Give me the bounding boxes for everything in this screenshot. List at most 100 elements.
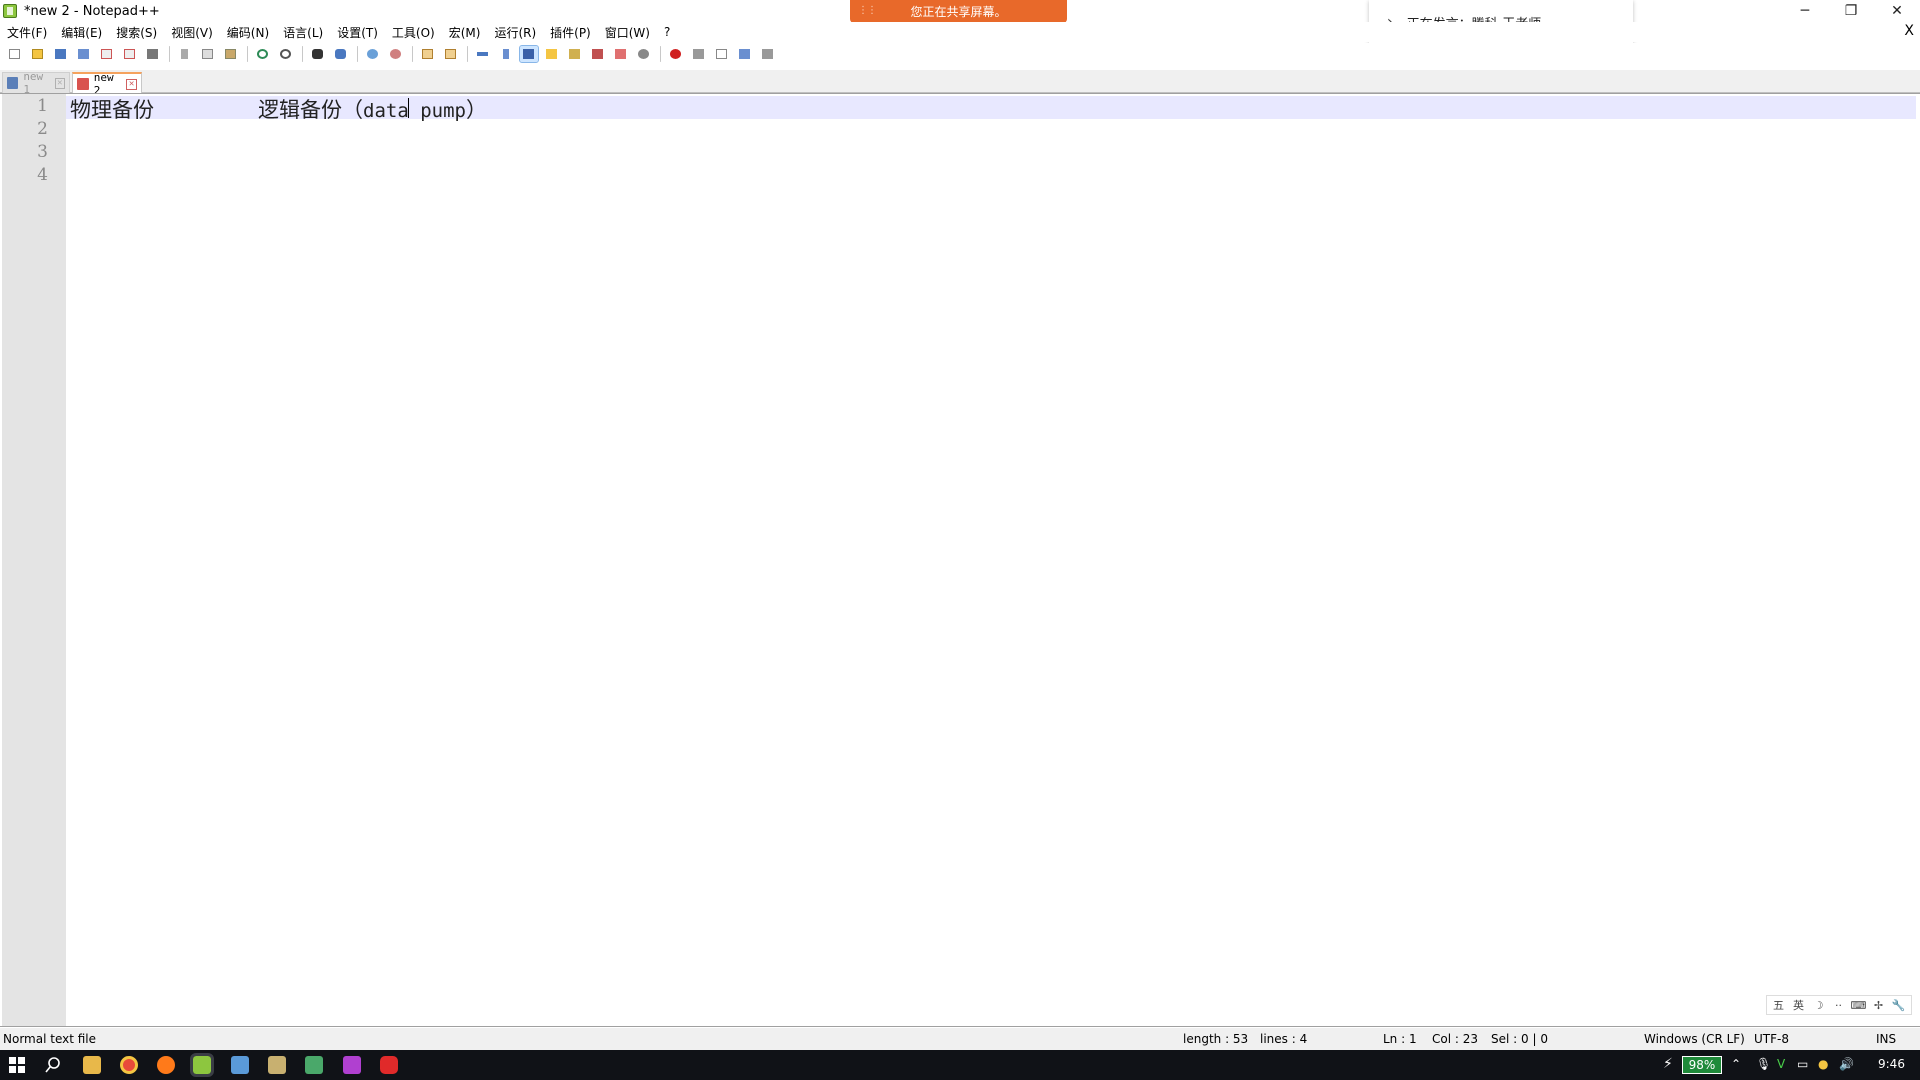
notepadpp-app-icon[interactable]: [3, 4, 17, 18]
zoom-in-icon[interactable]: [364, 46, 382, 62]
wechat-icon[interactable]: V: [1777, 1057, 1785, 1071]
close-tab-icon[interactable]: ✕: [54, 77, 66, 89]
save-icon[interactable]: [52, 46, 70, 62]
text-physical-backup: 物理备份: [70, 98, 154, 122]
ime-toolbar[interactable]: 五 英 ☽ ·· ⌨ ✢ 🔧: [1766, 995, 1912, 1015]
clock[interactable]: 9:46: [1878, 1057, 1905, 1071]
menu-plugins[interactable]: 插件(P): [543, 24, 598, 41]
sync-vertical-icon[interactable]: [419, 46, 437, 62]
menu-search[interactable]: 搜索(S): [109, 24, 164, 41]
screen-share-banner[interactable]: ⋮⋮ 您正在共享屏幕。: [850, 0, 1067, 23]
microphone-icon[interactable]: 🎙: [1756, 1057, 1771, 1071]
tab-new-1[interactable]: new 1 ✕: [2, 70, 70, 96]
status-encoding[interactable]: UTF-8: [1754, 1032, 1789, 1046]
toolbar: [0, 43, 1920, 65]
notepadpp-taskbar-icon[interactable]: [190, 1053, 214, 1077]
menu-encoding[interactable]: 编码(N): [220, 24, 276, 41]
editor-area[interactable]: 1 2 3 4 物理备份 逻辑备份（data pump）: [0, 93, 1920, 1027]
ime-punctuation-icon[interactable]: ··: [1830, 998, 1847, 1013]
save-macro-icon[interactable]: [759, 46, 777, 62]
document-tab-bar: new 1 ✕ new 2 ✕: [0, 70, 1920, 97]
redo-icon[interactable]: [277, 46, 295, 62]
menu-settings[interactable]: 设置(T): [330, 24, 385, 41]
drag-grip-icon[interactable]: ⋮⋮: [858, 5, 877, 16]
udl-icon[interactable]: [543, 46, 561, 62]
undo-icon[interactable]: [254, 46, 272, 62]
replace-icon[interactable]: [332, 46, 350, 62]
find-icon[interactable]: [309, 46, 327, 62]
ime-language-icon[interactable]: 英: [1790, 998, 1807, 1013]
menu-window[interactable]: 窗口(W): [598, 24, 657, 41]
minimize-button[interactable]: ─: [1782, 0, 1828, 22]
save-all-icon[interactable]: [75, 46, 93, 62]
menu-macro[interactable]: 宏(M): [442, 24, 488, 41]
app-icon[interactable]: [268, 1056, 286, 1074]
new-file-icon[interactable]: [6, 46, 24, 62]
menu-help[interactable]: ?: [657, 25, 677, 39]
status-eol[interactable]: Windows (CR LF): [1644, 1032, 1745, 1046]
monitoring-icon[interactable]: [635, 46, 653, 62]
function-list-icon[interactable]: [589, 46, 607, 62]
firefox-icon[interactable]: [157, 1056, 175, 1074]
zoom-out-icon[interactable]: [387, 46, 405, 62]
menu-language[interactable]: 语言(L): [276, 24, 330, 41]
ime-tools-icon[interactable]: ✢: [1870, 998, 1887, 1013]
media-app-icon[interactable]: [343, 1056, 361, 1074]
ime-mode-icon[interactable]: 五: [1770, 998, 1787, 1013]
notification-app-icon[interactable]: ●: [1818, 1057, 1828, 1071]
volume-icon[interactable]: 🔊: [1839, 1057, 1854, 1071]
status-insert-mode[interactable]: INS: [1876, 1032, 1896, 1046]
open-file-icon[interactable]: [29, 46, 47, 62]
print-icon[interactable]: [144, 46, 162, 62]
window-controls: ─ ❐ ✕: [1782, 0, 1920, 22]
remote-desktop-icon[interactable]: [305, 1056, 323, 1074]
menu-view[interactable]: 视图(V): [164, 24, 220, 41]
restore-button[interactable]: ❐: [1828, 0, 1874, 22]
start-icon[interactable]: [8, 1056, 26, 1074]
file-unsaved-icon: [77, 78, 89, 90]
status-file-type: Normal text file: [3, 1032, 97, 1046]
copy-icon[interactable]: [199, 46, 217, 62]
meeting-app-icon[interactable]: [380, 1056, 398, 1074]
indent-guide-icon[interactable]: [519, 45, 539, 63]
line-number: 2: [37, 119, 48, 139]
chrome-icon[interactable]: [120, 1056, 138, 1074]
menu-file[interactable]: 文件(F): [0, 24, 54, 41]
sync-horizontal-icon[interactable]: [442, 46, 460, 62]
word-wrap-icon[interactable]: [474, 46, 492, 62]
show-all-characters-icon[interactable]: [497, 46, 515, 62]
show-hidden-icons-icon[interactable]: ⌃: [1731, 1057, 1741, 1071]
close-document-button[interactable]: X: [1904, 23, 1914, 39]
battery-indicator[interactable]: 98%: [1682, 1056, 1722, 1074]
search-icon[interactable]: [44, 1056, 62, 1074]
toolbar-separator: [660, 46, 661, 62]
stop-macro-icon[interactable]: [690, 46, 708, 62]
status-column: Col : 23: [1432, 1032, 1478, 1046]
status-line-number: Ln : 1: [1383, 1032, 1417, 1046]
code-line-1[interactable]: 物理备份 逻辑备份（data pump）: [70, 94, 487, 124]
close-file-icon[interactable]: [98, 46, 116, 62]
folder-workspace-icon[interactable]: [612, 46, 630, 62]
run-macro-multiple-icon[interactable]: [736, 46, 754, 62]
menu-run[interactable]: 运行(R): [487, 24, 543, 41]
record-macro-icon[interactable]: [667, 46, 685, 62]
doc-map-icon[interactable]: [566, 46, 584, 62]
close-tab-icon[interactable]: ✕: [126, 78, 137, 90]
file-explorer-icon[interactable]: [83, 1056, 101, 1074]
play-macro-icon[interactable]: [713, 46, 731, 62]
cut-icon[interactable]: [176, 46, 194, 62]
close-all-icon[interactable]: [121, 46, 139, 62]
ime-keyboard-icon[interactable]: ⌨: [1850, 998, 1867, 1013]
close-button[interactable]: ✕: [1874, 0, 1920, 22]
menu-tools[interactable]: 工具(O): [385, 24, 442, 41]
status-bar: Normal text file length : 53 lines : 4 L…: [0, 1028, 1920, 1050]
network-icon[interactable]: ▭: [1797, 1057, 1808, 1071]
ime-moon-icon[interactable]: ☽: [1810, 998, 1827, 1013]
ime-settings-icon[interactable]: 🔧: [1890, 998, 1907, 1013]
virtualbox-icon[interactable]: [231, 1056, 249, 1074]
paste-icon[interactable]: [222, 46, 240, 62]
tab-new-2[interactable]: new 2 ✕: [72, 71, 142, 97]
menu-edit[interactable]: 编辑(E): [54, 24, 109, 41]
power-plug-icon[interactable]: ⚡: [1663, 1056, 1681, 1074]
line-number: 3: [37, 142, 48, 162]
